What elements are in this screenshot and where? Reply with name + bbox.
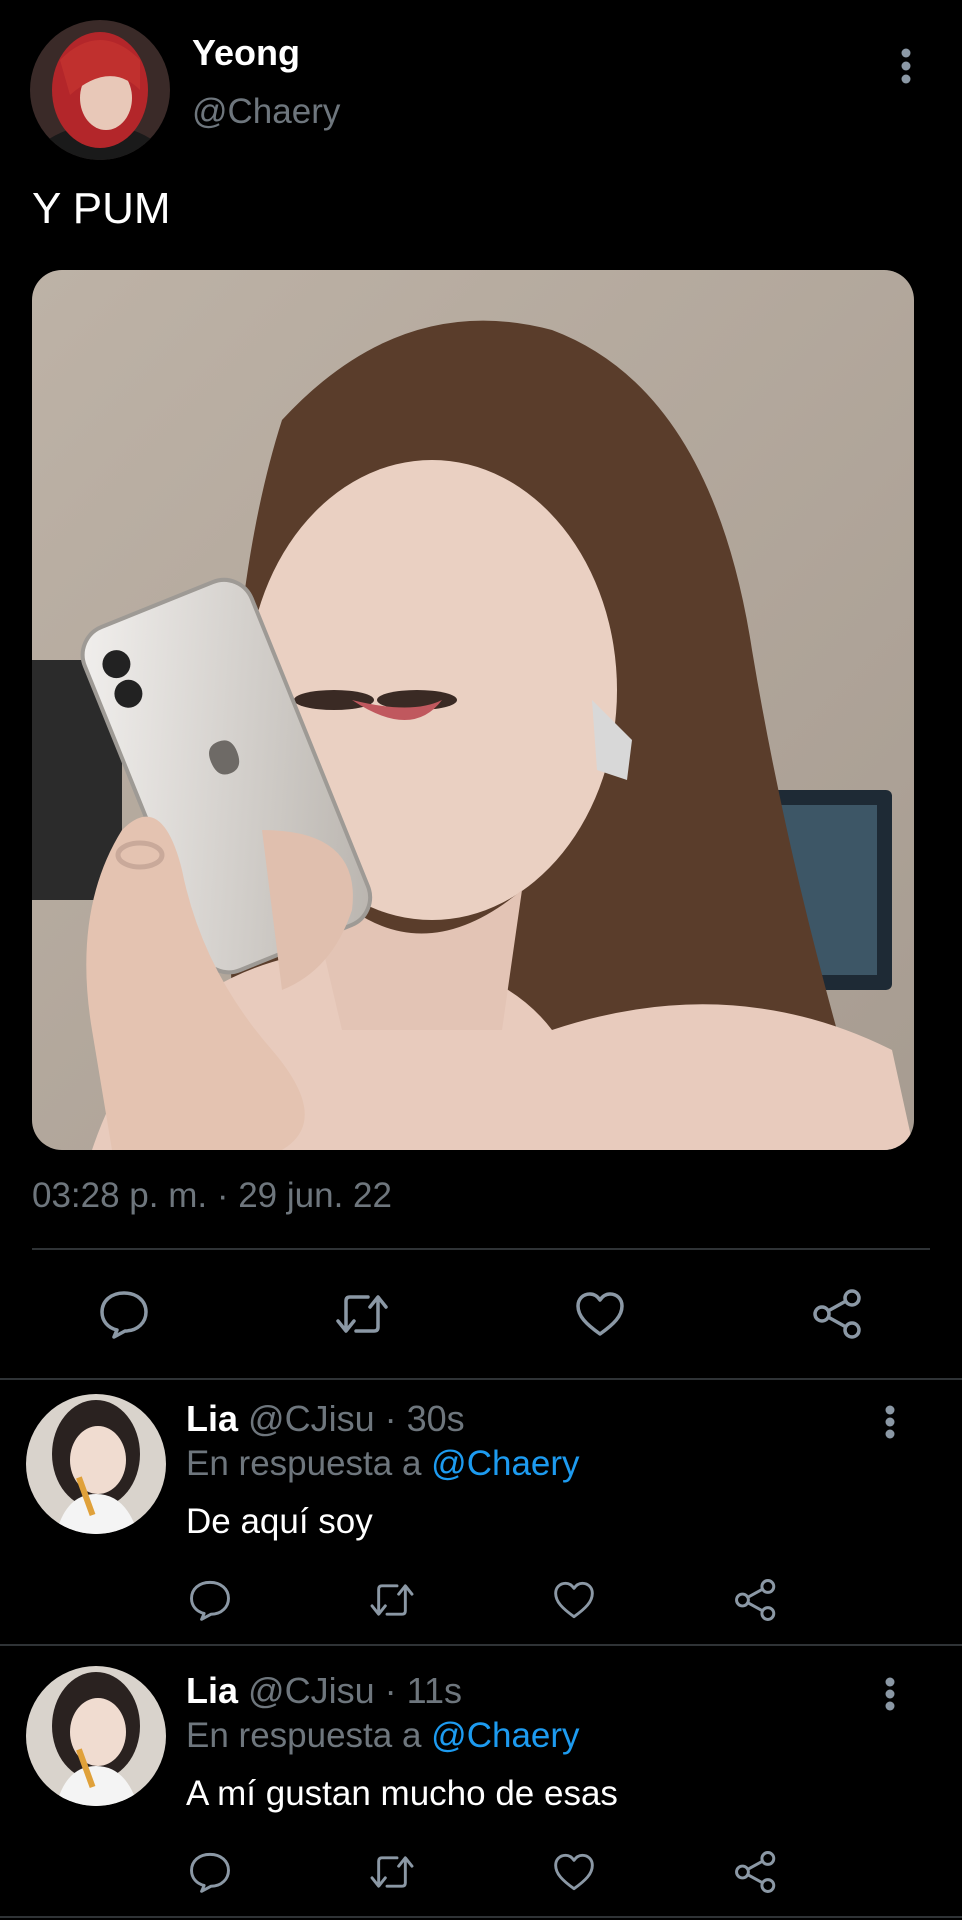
replying-to-label: En respuesta a [186, 1716, 422, 1755]
like-icon[interactable] [572, 1286, 628, 1342]
reply-divider [0, 1916, 962, 1918]
tweet-media-photo[interactable] [32, 270, 914, 1150]
author-avatar[interactable] [30, 20, 170, 160]
reply-item[interactable]: Lia @CJisu · 11s En respuesta a @Chaery … [0, 1652, 962, 1914]
reply-age: · 11s [384, 1670, 462, 1711]
retweet-icon[interactable] [366, 1576, 418, 1624]
reply-text: A mí gustan mucho de esas [186, 1774, 618, 1813]
reply-display-name[interactable]: Lia [186, 1670, 238, 1711]
like-icon[interactable] [550, 1848, 598, 1896]
reply-item[interactable]: Lia @CJisu · 30s En respuesta a @Chaery … [0, 1380, 962, 1642]
tweet-text: Y PUM [32, 184, 171, 233]
reply-text: De aquí soy [186, 1502, 373, 1541]
retweet-icon[interactable] [366, 1848, 418, 1896]
reply-avatar[interactable] [26, 1394, 166, 1534]
reply-icon[interactable] [186, 1848, 234, 1896]
more-options-icon[interactable] [888, 44, 924, 88]
reply-more-options-icon[interactable] [872, 1674, 908, 1714]
author-display-name[interactable]: Yeong [192, 32, 300, 74]
replying-to-label: En respuesta a [186, 1444, 422, 1483]
reply-handle[interactable]: @CJisu [248, 1670, 375, 1711]
reply-icon[interactable] [96, 1286, 152, 1342]
author-handle[interactable]: @Chaery [192, 92, 340, 132]
timestamp-divider [32, 1248, 930, 1250]
reply-divider [0, 1644, 962, 1646]
reply-avatar[interactable] [26, 1666, 166, 1806]
tweet-timestamp[interactable]: 03:28 p. m. · 29 jun. 22 [32, 1176, 392, 1216]
retweet-icon[interactable] [330, 1286, 394, 1342]
share-icon[interactable] [810, 1286, 866, 1342]
share-icon[interactable] [732, 1848, 780, 1896]
reply-handle[interactable]: @CJisu [248, 1398, 375, 1439]
reply-icon[interactable] [186, 1576, 234, 1624]
replying-to-link[interactable]: @Chaery [431, 1716, 579, 1755]
reply-more-options-icon[interactable] [872, 1402, 908, 1442]
replying-to-link[interactable]: @Chaery [431, 1444, 579, 1483]
like-icon[interactable] [550, 1576, 598, 1624]
share-icon[interactable] [732, 1576, 780, 1624]
reply-age: · 30s [384, 1398, 465, 1439]
reply-display-name[interactable]: Lia [186, 1398, 238, 1439]
